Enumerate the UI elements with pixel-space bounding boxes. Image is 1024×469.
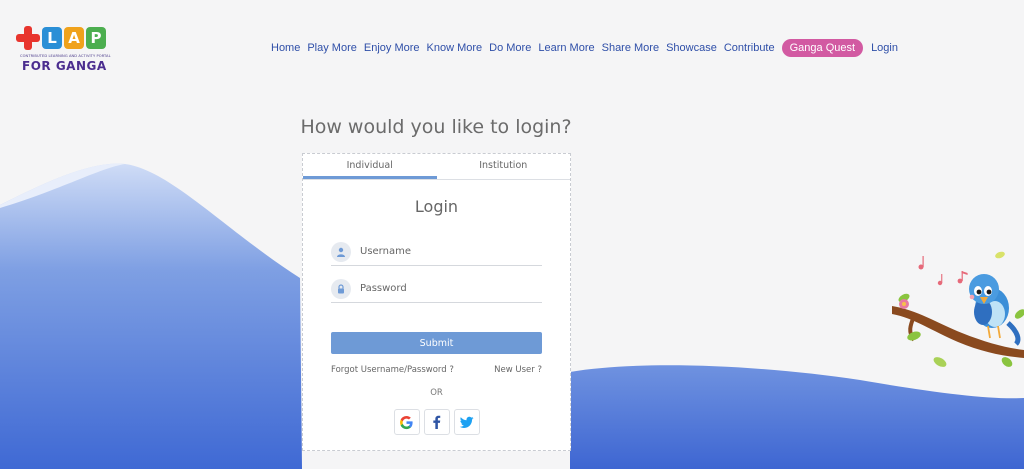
logo-letter-l: L [42,27,62,49]
nav-login[interactable]: Login [871,42,898,54]
twitter-icon [459,416,474,428]
password-input[interactable] [360,283,530,294]
logo-letter-a: A [64,27,84,49]
or-divider: OR [430,388,443,398]
logo-letter-p: P [86,27,106,49]
social-login [303,409,570,435]
nav-ganga-quest-button[interactable]: Ganga Quest [781,39,864,57]
google-login-button[interactable] [393,409,420,435]
nav-contribute[interactable]: Contribute [724,42,775,54]
nav-play-more[interactable]: Play More [307,42,357,54]
username-field [331,241,542,266]
forgot-credentials-link[interactable]: Forgot Username/Password ? [331,365,454,375]
facebook-icon [432,415,440,429]
tab-institution[interactable]: Institution [437,154,571,179]
tab-individual[interactable]: Individual [303,154,437,179]
bird-on-branch-illustration [892,251,1024,367]
nav-showcase[interactable]: Showcase [666,42,717,54]
plus-icon [16,26,40,50]
user-icon [331,241,351,262]
nav-learn-more[interactable]: Learn More [538,42,594,54]
site-logo[interactable]: L A P CONTRIBUTED LEARNING AND ACTIVITY … [16,26,116,74]
nav-know-more[interactable]: Know More [427,42,483,54]
main-nav: Home Play More Enjoy More Know More Do M… [271,39,905,57]
nav-do-more[interactable]: Do More [489,42,531,54]
nav-home[interactable]: Home [271,42,300,54]
nav-enjoy-more[interactable]: Enjoy More [364,42,420,54]
new-user-link[interactable]: New User ? [494,365,542,375]
login-title: Login [414,197,459,216]
username-input[interactable] [360,246,530,257]
lock-icon [331,278,351,299]
logo-subtitle: FOR GANGA [22,59,107,73]
login-links: Forgot Username/Password ? New User ? [331,365,542,375]
logo-mark: L A P [16,26,106,50]
logo-tagline: CONTRIBUTED LEARNING AND ACTIVITY PORTAL [20,54,111,58]
submit-button[interactable]: Submit [331,332,542,354]
twitter-login-button[interactable] [453,409,480,435]
login-tabs: Individual Institution [303,154,570,180]
google-icon [400,415,413,429]
login-card: Individual Institution Login Submit Forg… [302,153,571,451]
nav-share-more[interactable]: Share More [602,42,659,54]
facebook-login-button[interactable] [423,409,450,435]
page-heading: How would you like to login? [300,116,572,138]
password-field [331,278,542,303]
